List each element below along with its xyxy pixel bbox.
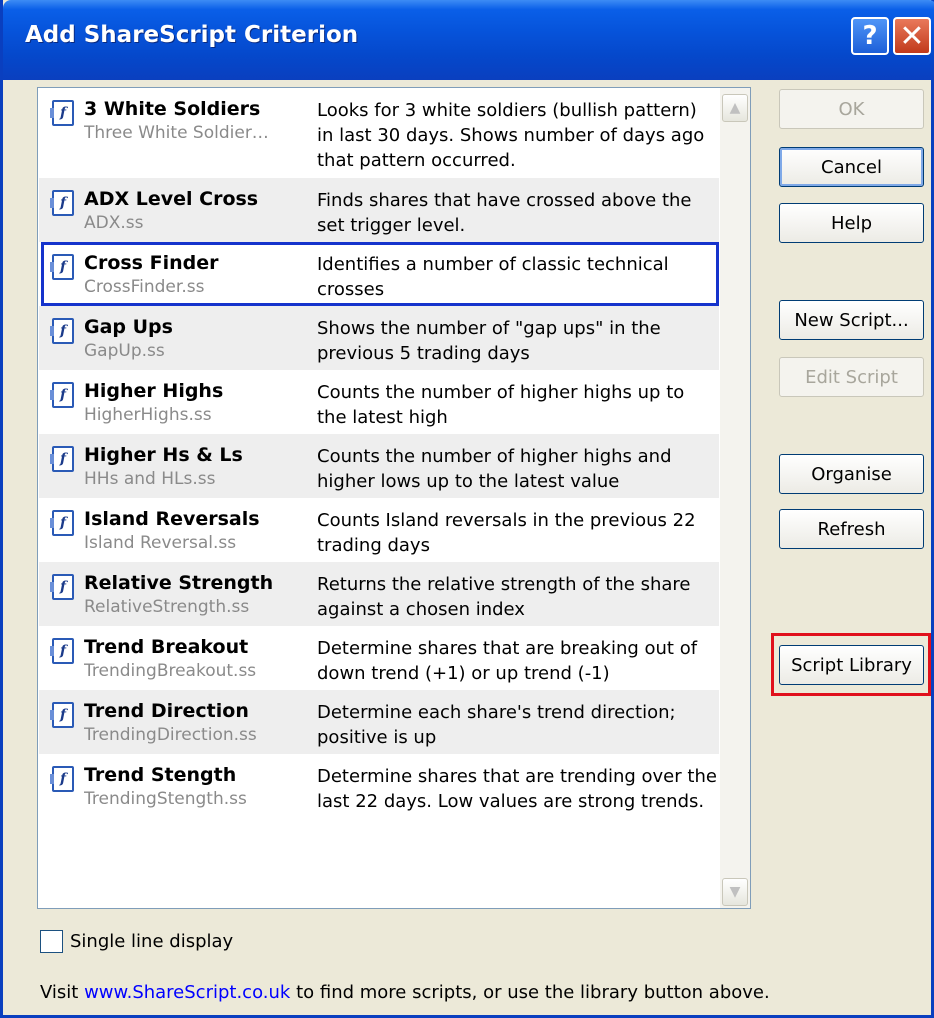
sharescript-link[interactable]: www.ShareScript.co.uk [84, 982, 290, 1003]
script-description: Counts Island reversals in the previous … [317, 510, 696, 556]
script-description: Returns the relative strength of the sha… [317, 574, 691, 620]
cancel-button[interactable]: Cancel [779, 147, 924, 187]
script-function-icon: f [50, 318, 74, 344]
script-name: Higher Hs & Ls [84, 444, 243, 466]
script-filename: TrendingDirection.ss [84, 725, 257, 745]
scroll-up-icon[interactable]: ▲ [722, 94, 748, 122]
script-library-button[interactable]: Script Library [779, 645, 924, 685]
script-description: Identifies a number of classic technical… [317, 254, 669, 300]
script-filename: GapUp.ss [84, 341, 165, 361]
script-name: 3 White Soldiers [84, 98, 261, 120]
script-name: ADX Level Cross [84, 188, 259, 210]
script-function-icon: f [50, 446, 74, 472]
footer-suffix: to find more scripts, or use the library… [290, 982, 770, 1003]
script-function-icon: f [50, 190, 74, 216]
title-bar[interactable]: Add ShareScript Criterion ? ✕ [3, 0, 934, 80]
script-list-items: f 3 White Soldiers Three White Soldier… Loo… [39, 88, 719, 844]
close-icon[interactable]: ✕ [893, 17, 931, 55]
script-description: Determine each share's trend direction; … [317, 702, 676, 748]
script-name: Island Reversals [84, 508, 260, 530]
dialog-window: Add ShareScript Criterion ? ✕ f 3 White S… [0, 0, 934, 1018]
script-filename: CrossFinder.ss [84, 277, 205, 297]
list-item[interactable]: f Gap Ups GapUp.ss Shows the number of "gap… [39, 306, 719, 370]
script-filename: RelativeStrength.ss [84, 597, 250, 617]
organise-button[interactable]: Organise [779, 454, 924, 494]
script-description: Counts the number of higher highs up to … [317, 382, 685, 428]
script-description: Determine shares that are breaking out o… [317, 638, 698, 684]
script-description: Determine shares that are trending over … [317, 766, 717, 812]
list-item[interactable]: f Cross Finder CrossFinder.ss Identifies a … [39, 242, 719, 306]
list-item[interactable]: f 3 White Soldiers Three White Soldier… Loo… [39, 88, 719, 178]
help-icon[interactable]: ? [851, 17, 889, 55]
script-function-icon: f [50, 638, 74, 664]
edit-script-button[interactable]: Edit Script [779, 357, 924, 397]
list-item[interactable]: f Higher Highs HigherHighs.ss Counts the nu… [39, 370, 719, 434]
dialog-title: Add ShareScript Criterion [25, 22, 359, 48]
script-function-icon: f [50, 574, 74, 600]
vertical-scrollbar[interactable]: ▲ ▼ [720, 88, 750, 908]
script-name: Trend Stength [84, 764, 237, 786]
script-filename: HHs and HLs.ss [84, 469, 216, 489]
list-item[interactable]: f Relative Strength RelativeStrength.ss Ret… [39, 562, 719, 626]
list-item[interactable]: f Trend Breakout TrendingBreakout.ss Determ… [39, 626, 719, 690]
script-description: Shows the number of "gap ups" in the pre… [317, 318, 661, 364]
script-filename: TrendingBreakout.ss [84, 661, 257, 681]
list-item[interactable]: f Island Reversals Island Reversal.ss Count… [39, 498, 719, 562]
script-function-icon: f [50, 510, 74, 536]
single-line-label: Single line display [70, 931, 234, 952]
script-filename: Island Reversal.ss [84, 533, 237, 553]
script-name: Higher Highs [84, 380, 224, 402]
script-filename: ADX.ss [84, 213, 144, 233]
script-name: Cross Finder [84, 252, 219, 274]
script-function-icon: f [50, 100, 74, 126]
script-name: Trend Direction [84, 700, 249, 722]
script-name: Relative Strength [84, 572, 274, 594]
script-name: Gap Ups [84, 316, 173, 338]
script-name: Trend Breakout [84, 636, 249, 658]
list-item[interactable]: f Higher Hs & Ls HHs and HLs.ss Counts the … [39, 434, 719, 498]
list-item[interactable]: f Trend Direction TrendingDirection.ss Dete… [39, 690, 719, 754]
script-function-icon: f [50, 766, 74, 792]
script-function-icon: f [50, 382, 74, 408]
new-script-button[interactable]: New Script... [779, 300, 924, 340]
script-function-icon: f [50, 702, 74, 728]
script-description: Looks for 3 white soldiers (bullish patt… [317, 100, 705, 171]
script-filename: HigherHighs.ss [84, 405, 212, 425]
list-item[interactable]: f Trend Stength TrendingStength.ss Determin… [39, 754, 719, 844]
script-list[interactable]: f 3 White Soldiers Three White Soldier… Loo… [37, 87, 751, 909]
footer-text: Visit www.ShareScript.co.uk to find more… [40, 982, 770, 1003]
script-description: Finds shares that have crossed above the… [317, 190, 692, 236]
script-description: Counts the number of higher highs and hi… [317, 446, 672, 492]
refresh-button[interactable]: Refresh [779, 509, 924, 549]
help-button[interactable]: Help [779, 203, 924, 243]
footer-prefix: Visit [40, 982, 85, 1003]
list-item[interactable]: f ADX Level Cross ADX.ss Finds shares that … [39, 178, 719, 242]
single-line-checkbox[interactable] [40, 930, 63, 953]
single-line-option[interactable]: Single line display [40, 930, 233, 953]
ok-button[interactable]: OK [779, 89, 924, 129]
script-function-icon: f [50, 254, 74, 280]
script-filename: TrendingStength.ss [84, 789, 247, 809]
scroll-down-icon[interactable]: ▼ [722, 878, 748, 906]
script-filename: Three White Soldier… [84, 123, 269, 143]
